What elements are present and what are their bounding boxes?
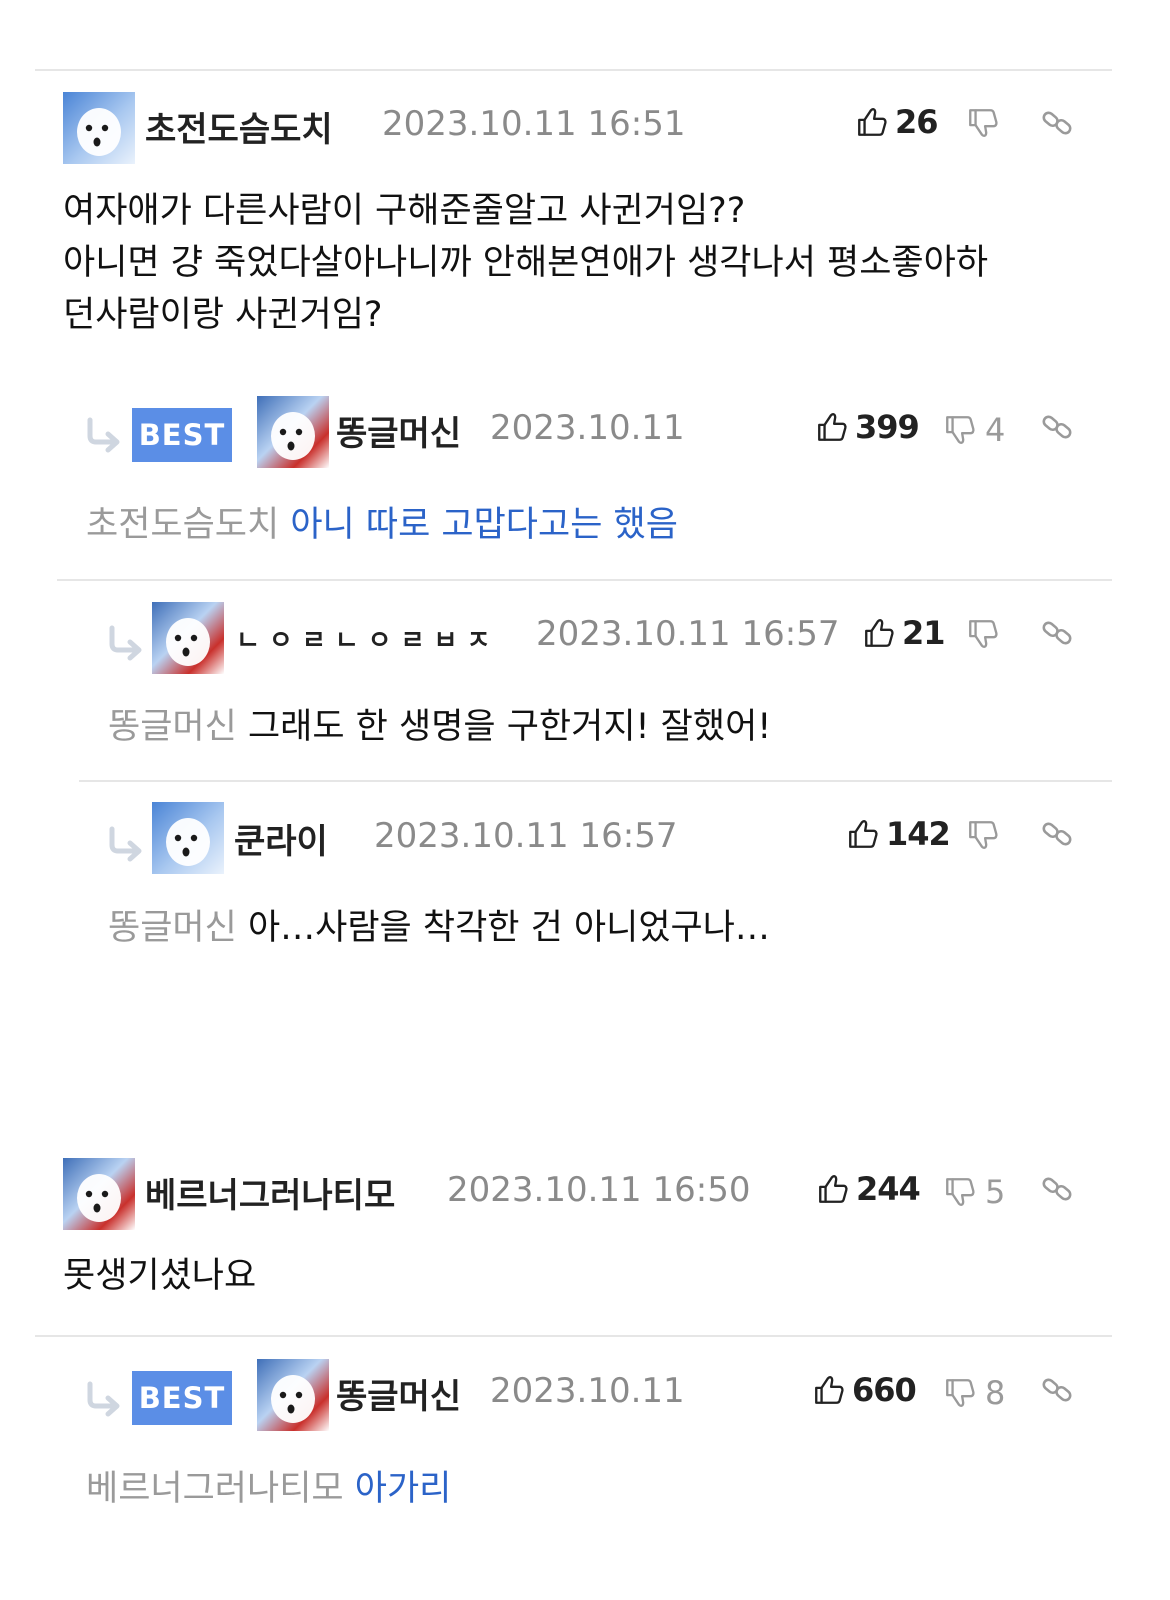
best-badge: BEST [132, 1371, 232, 1425]
reply-divider [79, 780, 1112, 782]
avatar[interactable] [257, 1359, 329, 1431]
comment-body: 여자애가 다른사람이 구해준줄알고 사귄거임?? 아니면 걍 죽었다살아나니까 … [63, 185, 988, 341]
comment-body-line: 여자애가 다른사람이 구해준줄알고 사귄거임?? [63, 191, 746, 231]
thumbs-down-icon [943, 1175, 977, 1209]
like-count: 399 [855, 408, 920, 446]
comment-body-line: 아니면 걍 죽었다살아나니까 안해본연애가 생각나서 평소좋아하 [63, 243, 989, 283]
thumbs-up-icon [816, 1172, 850, 1206]
dislike-count: 4 [985, 411, 1006, 449]
thumbs-down-icon [966, 617, 1000, 651]
like-button[interactable]: 399 [815, 408, 920, 446]
avatar[interactable] [152, 802, 224, 874]
like-button[interactable]: 142 [846, 815, 951, 853]
like-button[interactable]: 660 [812, 1371, 917, 1409]
avatar[interactable] [152, 602, 224, 674]
thumbs-down-icon [966, 818, 1000, 852]
like-count: 244 [856, 1170, 921, 1208]
dislike-button[interactable]: 5 [943, 1173, 1005, 1211]
dislike-button[interactable] [966, 617, 1000, 651]
avatar[interactable] [257, 396, 329, 468]
comment-body-line: 못생기셨나요 [63, 1256, 257, 1296]
like-count: 142 [886, 815, 951, 853]
thumbs-up-icon [846, 817, 880, 851]
reply-text: 아니 따로 고맙다고는 했음 [290, 505, 678, 545]
reply-body: 똥글머신 그래도 한 생명을 구한거지! 잘했어! [108, 698, 771, 749]
dislike-count: 5 [985, 1173, 1006, 1211]
comment-date: 2023.10.11 16:51 [382, 104, 686, 144]
top-divider [35, 69, 1112, 71]
like-button[interactable]: 26 [855, 103, 939, 141]
reply-divider [57, 579, 1112, 581]
like-button[interactable]: 21 [862, 614, 946, 652]
comment-divider [35, 1335, 1112, 1337]
like-count: 660 [852, 1371, 917, 1409]
thumbs-up-icon [815, 410, 849, 444]
reply-body: 초전도슴도치 아니 따로 고맙다고는 했음 [86, 496, 678, 547]
reply-date: 2023.10.11 [490, 1371, 685, 1411]
reply-mention[interactable]: 베르너그러나티모 [86, 1469, 344, 1509]
link-icon[interactable] [1040, 1373, 1074, 1407]
reply-nickname[interactable]: 똥글머신 [336, 406, 461, 455]
reply-mention[interactable]: 똥글머신 [108, 707, 237, 747]
reply-nickname[interactable]: 쿤라이 [234, 814, 328, 863]
link-icon[interactable] [1040, 616, 1074, 650]
comment-nickname[interactable]: 초전도슴도치 [145, 102, 333, 151]
dislike-button[interactable]: 8 [943, 1374, 1005, 1412]
reply-body: 똥글머신 아…사람을 착각한 건 아니었구나… [108, 899, 770, 950]
dislike-count: 8 [985, 1374, 1006, 1412]
link-icon[interactable] [1040, 106, 1074, 140]
reply-date: 2023.10.11 16:57 [536, 614, 840, 654]
link-icon[interactable] [1040, 410, 1074, 444]
thumbs-up-icon [862, 616, 896, 650]
reply-text: 아…사람을 착각한 건 아니었구나… [247, 908, 770, 948]
thumbs-up-icon [812, 1373, 846, 1407]
comment-nickname[interactable]: 베르너그러나티모 [145, 1168, 395, 1217]
reply-arrow-icon [84, 1380, 124, 1420]
best-badge: BEST [132, 408, 232, 462]
reply-mention[interactable]: 초전도슴도치 [86, 505, 279, 545]
reply-nickname[interactable]: 똥글머신 [336, 1369, 461, 1418]
reply-mention[interactable]: 똥글머신 [108, 908, 237, 948]
avatar[interactable] [63, 1158, 135, 1230]
thumbs-down-icon [943, 413, 977, 447]
avatar[interactable] [63, 92, 135, 164]
like-count: 21 [902, 614, 946, 652]
link-icon[interactable] [1040, 1172, 1074, 1206]
comment-body-line: 던사람이랑 사귄거임? [63, 295, 383, 335]
reply-arrow-icon [106, 624, 146, 664]
dislike-button[interactable] [966, 106, 1000, 140]
reply-arrow-icon [84, 416, 124, 456]
reply-date: 2023.10.11 16:57 [374, 816, 678, 856]
comment-body: 못생기셨나요 [63, 1250, 256, 1302]
reply-date: 2023.10.11 [490, 408, 685, 448]
link-icon[interactable] [1040, 817, 1074, 851]
like-count: 26 [895, 103, 939, 141]
reply-arrow-icon [106, 825, 146, 865]
dislike-button[interactable]: 4 [943, 411, 1005, 449]
reply-nickname[interactable]: ㄴㅇㄹㄴㅇㄹㅂㅈ [236, 620, 499, 657]
reply-text: 아가리 [354, 1469, 452, 1509]
reply-body: 베르너그러나티모 아가리 [86, 1460, 451, 1511]
like-button[interactable]: 244 [816, 1170, 921, 1208]
comment-date: 2023.10.11 16:50 [447, 1170, 751, 1210]
thumbs-down-icon [966, 106, 1000, 140]
thumbs-down-icon [943, 1376, 977, 1410]
dislike-button[interactable] [966, 818, 1000, 852]
reply-text: 그래도 한 생명을 구한거지! 잘했어! [247, 707, 772, 747]
thumbs-up-icon [855, 105, 889, 139]
